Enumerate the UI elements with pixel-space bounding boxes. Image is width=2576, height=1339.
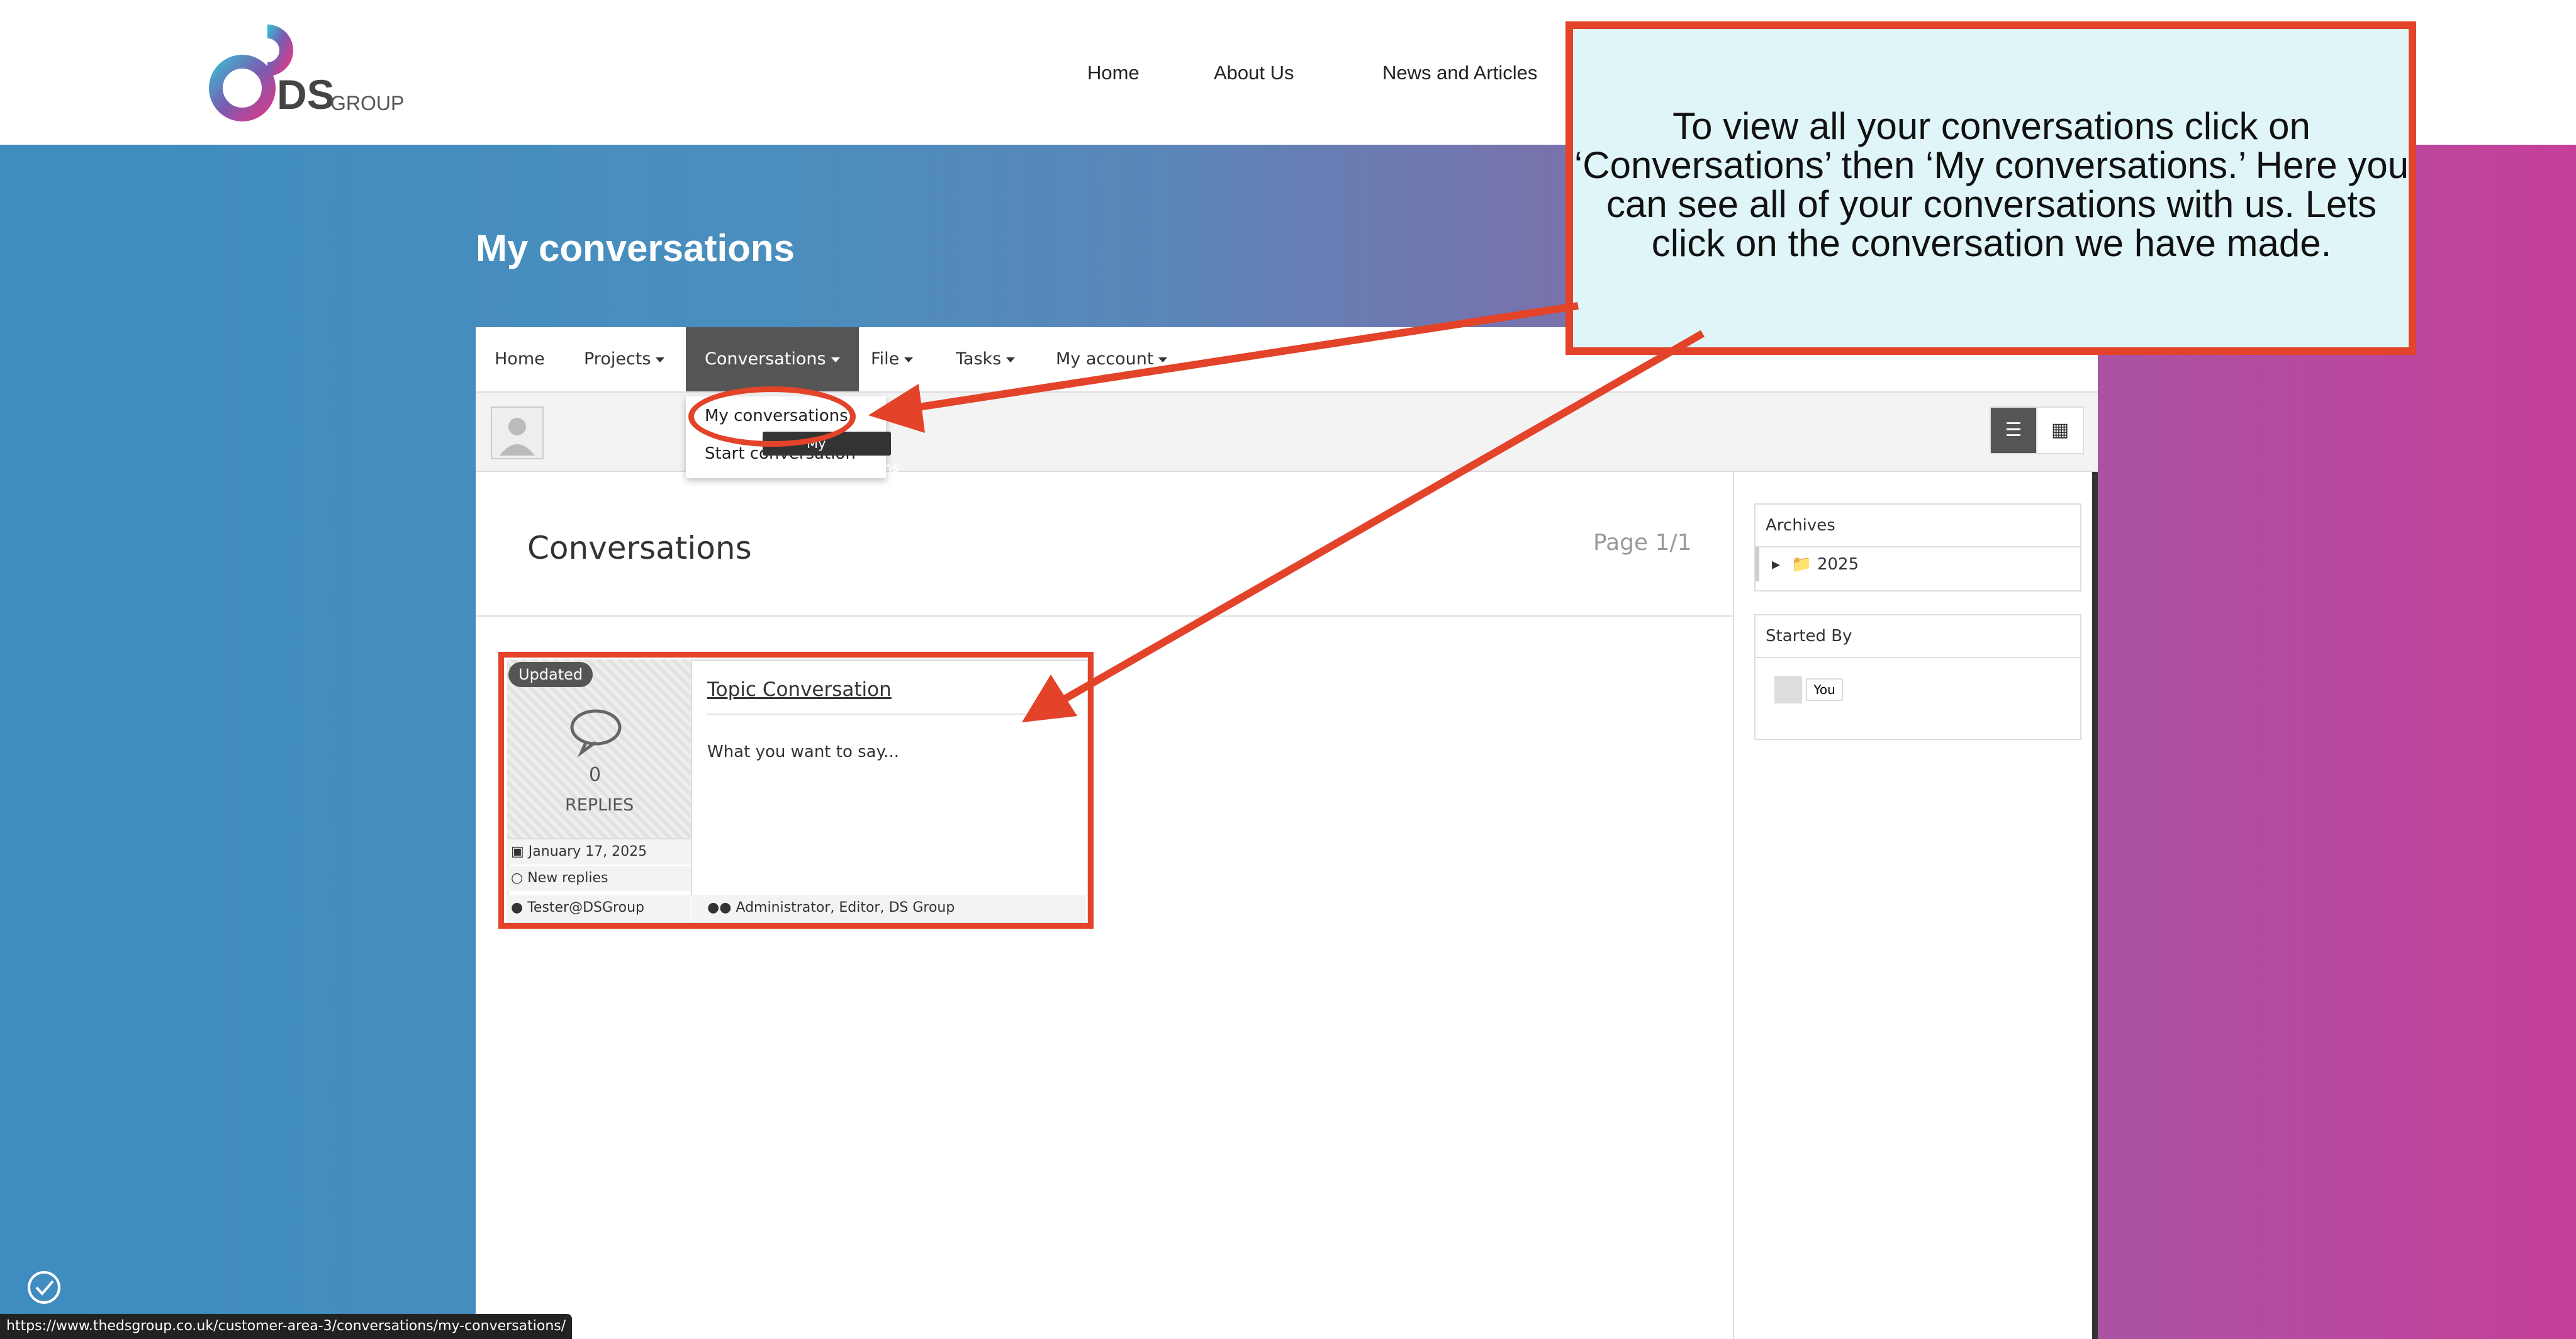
panel-scrollbar[interactable] [2092, 471, 2098, 1339]
chevron-down-icon [1158, 357, 1168, 362]
page-info: Page 1/1 [1593, 530, 1692, 556]
started-by-title: Started By [1756, 615, 2080, 658]
chevron-down-icon [656, 357, 665, 362]
chevron-down-icon [1006, 357, 1016, 362]
annotation-highlight-oval [688, 386, 856, 447]
avatar-placeholder-icon [492, 408, 542, 458]
menu-home-label: Home [495, 349, 545, 369]
user-avatar[interactable] [491, 406, 544, 459]
list-view-button[interactable]: ☰ [1990, 406, 2037, 454]
menu-projects-label: Projects [584, 349, 651, 369]
status-bar-url: https://www.thedsgroup.co.uk/customer-ar… [0, 1314, 573, 1339]
sidebar-divider [1733, 471, 1734, 1339]
annotation-text: To view all your conversations click on … [1574, 105, 2409, 264]
archive-year: 2025 [1817, 555, 1859, 574]
archive-2025-item[interactable]: ▸ 📁 2025 [1756, 547, 2080, 581]
chevron-down-icon [904, 357, 914, 362]
menu-file[interactable]: File [871, 327, 914, 391]
started-by-user: You [1806, 678, 1843, 701]
logo-subtext: GROUP [330, 92, 405, 115]
menu-projects[interactable]: Projects [584, 327, 665, 391]
annotation-highlight-rect [498, 652, 1094, 929]
logo-text: DS [277, 71, 335, 118]
site-nav-home[interactable]: Home [1087, 62, 1140, 84]
avatar [1774, 676, 1802, 703]
list-icon: ☰ [2005, 419, 2022, 441]
started-by-you[interactable]: You [1756, 658, 2080, 721]
menu-home[interactable]: Home [495, 327, 545, 391]
cookie-consent-icon[interactable] [25, 1269, 63, 1306]
started-by-widget: Started By You [1754, 614, 2081, 740]
menu-my-account-label: My account [1056, 349, 1154, 369]
conversations-heading: Conversations [527, 530, 752, 566]
site-nav-about[interactable]: About Us [1214, 62, 1294, 84]
menu-my-account[interactable]: My account [1056, 327, 1168, 391]
site-nav-news[interactable]: News and Articles [1382, 62, 1537, 84]
menu-tasks-label: Tasks [956, 349, 1002, 369]
chevron-down-icon [831, 357, 840, 362]
grid-icon: ▦ [2051, 419, 2069, 441]
menu-conversations-label: Conversations [705, 349, 826, 369]
folder-icon: 📁 [1791, 555, 1812, 574]
grid-view-button[interactable]: ▦ [2036, 406, 2084, 454]
menu-conversations[interactable]: Conversations [686, 327, 859, 391]
menu-file-label: File [871, 349, 900, 369]
caret-right-icon: ▸ [1772, 555, 1781, 574]
archives-title: Archives [1756, 505, 2080, 547]
divider [476, 615, 1733, 617]
archives-widget: Archives ▸ 📁 2025 [1754, 503, 2081, 591]
menu-tasks[interactable]: Tasks [956, 327, 1016, 391]
page-title: My conversations [476, 227, 795, 269]
